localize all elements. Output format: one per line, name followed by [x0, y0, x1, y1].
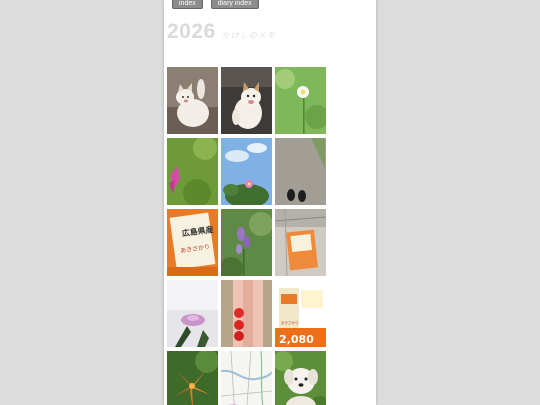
shoes-on-pavement-photo [275, 138, 326, 205]
cat-photo [167, 67, 218, 134]
photo-thumbnail-8[interactable] [221, 209, 272, 276]
photo-thumbnail-7[interactable]: 広島県産 あきさかり [167, 209, 218, 276]
page-header: 2026 たけしのメモ [167, 20, 276, 44]
pink-flower-photo [167, 138, 218, 205]
purple-flower-photo [221, 209, 272, 276]
tomatoes-photo [221, 280, 272, 347]
map-photo [221, 351, 272, 405]
photo-thumbnail-14[interactable] [221, 351, 272, 405]
diary-index-link[interactable]: diary index [210, 0, 259, 9]
ad-variety-label: あきさかり [281, 320, 299, 325]
photo-thumbnail-11[interactable] [221, 280, 272, 347]
photo-thumbnail-9[interactable] [275, 209, 326, 276]
year-title: 2026 [167, 20, 216, 43]
rice-sale-ad-photo: あきさかり 2,080 [275, 280, 326, 347]
photo-thumbnail-3[interactable] [275, 67, 326, 134]
diary-page: index diary index 2026 たけしのメモ 広島県産 あきさかり… [164, 0, 376, 405]
orange-lily-photo [167, 351, 218, 405]
photo-thumbnail-6[interactable] [275, 138, 326, 205]
sky-flower-photo [221, 138, 272, 205]
photo-thumbnail-10[interactable] [167, 280, 218, 347]
page-subtitle: たけしのメモ [221, 31, 276, 40]
index-link[interactable]: index [172, 0, 203, 9]
photo-thumbnail-1[interactable] [167, 67, 218, 134]
top-nav: index diary index [172, 0, 259, 9]
rice-bag-photo: 広島県産 あきさかり [167, 209, 218, 276]
photo-thumbnail-5[interactable] [221, 138, 272, 205]
photo-thumbnail-15[interactable] [275, 351, 326, 405]
white-flower-photo [275, 67, 326, 134]
pink-blossom-photo [167, 280, 218, 347]
photo-thumbnail-2[interactable] [221, 67, 272, 134]
rice-bag-cart-photo [275, 209, 326, 276]
cat-photo [221, 67, 272, 134]
photo-thumbnail-12[interactable]: あきさかり 2,080 [275, 280, 326, 347]
photo-thumbnail-13[interactable] [167, 351, 218, 405]
photo-thumbnail-4[interactable] [167, 138, 218, 205]
white-dog-photo [275, 351, 326, 405]
photo-grid: 広島県産 あきさかり あきさかり 2,080 [167, 67, 326, 405]
ad-price-label: 2,080 [279, 333, 314, 346]
